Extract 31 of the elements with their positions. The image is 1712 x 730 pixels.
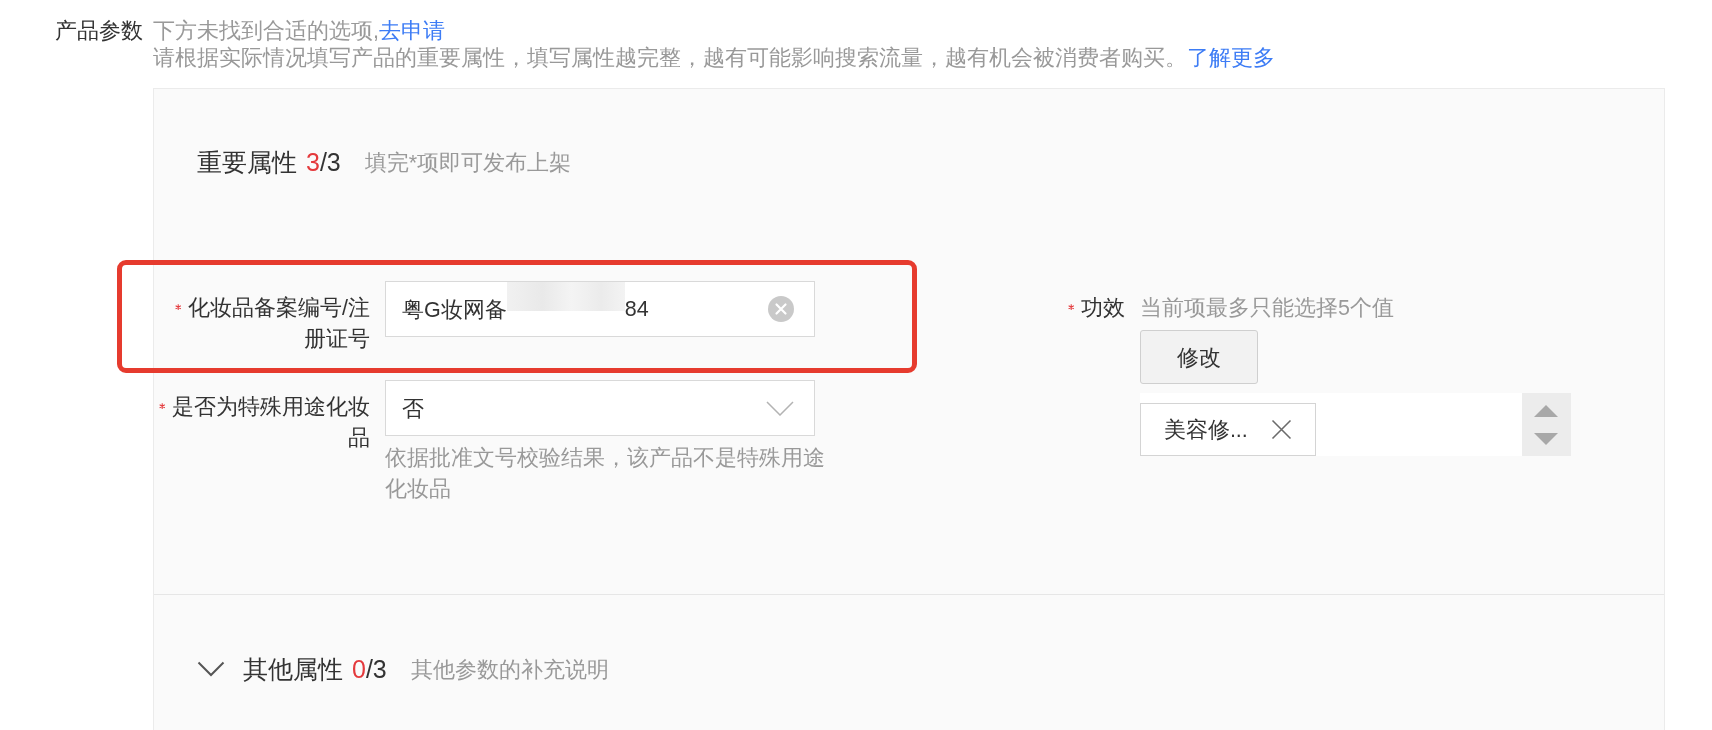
section-label: 产品参数 (55, 18, 144, 45)
total-count: /3 (365, 654, 387, 683)
tag-label: 美容修... (1163, 417, 1248, 444)
learn-more-link[interactable]: 了解更多 (1187, 46, 1275, 70)
field-label: 是否为特殊用途化妆品 (172, 395, 370, 450)
clear-icon[interactable] (768, 296, 794, 322)
input-value: 粤G妆网备 (402, 296, 507, 324)
section-hint: 填完*项即可发布上架 (364, 149, 572, 177)
close-icon[interactable] (1270, 419, 1292, 440)
chevron-down-icon (766, 400, 794, 416)
input-value-end: 84 (624, 296, 649, 322)
triangle-down-icon[interactable] (1534, 432, 1559, 445)
field-hint: 当前项最多只能选择5个值 (1139, 295, 1394, 322)
text-input-field[interactable]: 粤G妆网备 84 (385, 281, 815, 337)
section-title: 其他属性 (243, 653, 343, 685)
description-text: 请根据实际情况填写产品的重要属性，填写属性越完整，越有可能影响搜索流量，越有机会被消费者购买。了解更多 (153, 45, 1275, 72)
dropdown-field[interactable]: 否 (385, 380, 815, 436)
filled-count: 3 (306, 147, 320, 176)
notice-text: 下方未找到合适的选项,去申请 (153, 18, 446, 45)
section-hint: 其他参数的补充说明 (410, 656, 609, 684)
total-count: /3 (319, 147, 341, 176)
edit-button[interactable]: 修改 (1139, 330, 1258, 384)
section-title: 重要属性 (197, 146, 297, 178)
triangle-up-icon[interactable] (1534, 404, 1559, 417)
chevron-down-icon[interactable] (197, 661, 225, 677)
dropdown-value: 否 (402, 395, 424, 423)
apply-link[interactable]: 去申请 (379, 19, 445, 43)
filled-count: 0 (352, 654, 366, 683)
field-label: 化妆品备案编号/注册证号 (188, 296, 370, 351)
help-text: 依据批准文号校验结果，该产品不是特殊用途化妆品 (385, 445, 826, 503)
field-label: 功效 (1080, 296, 1125, 320)
